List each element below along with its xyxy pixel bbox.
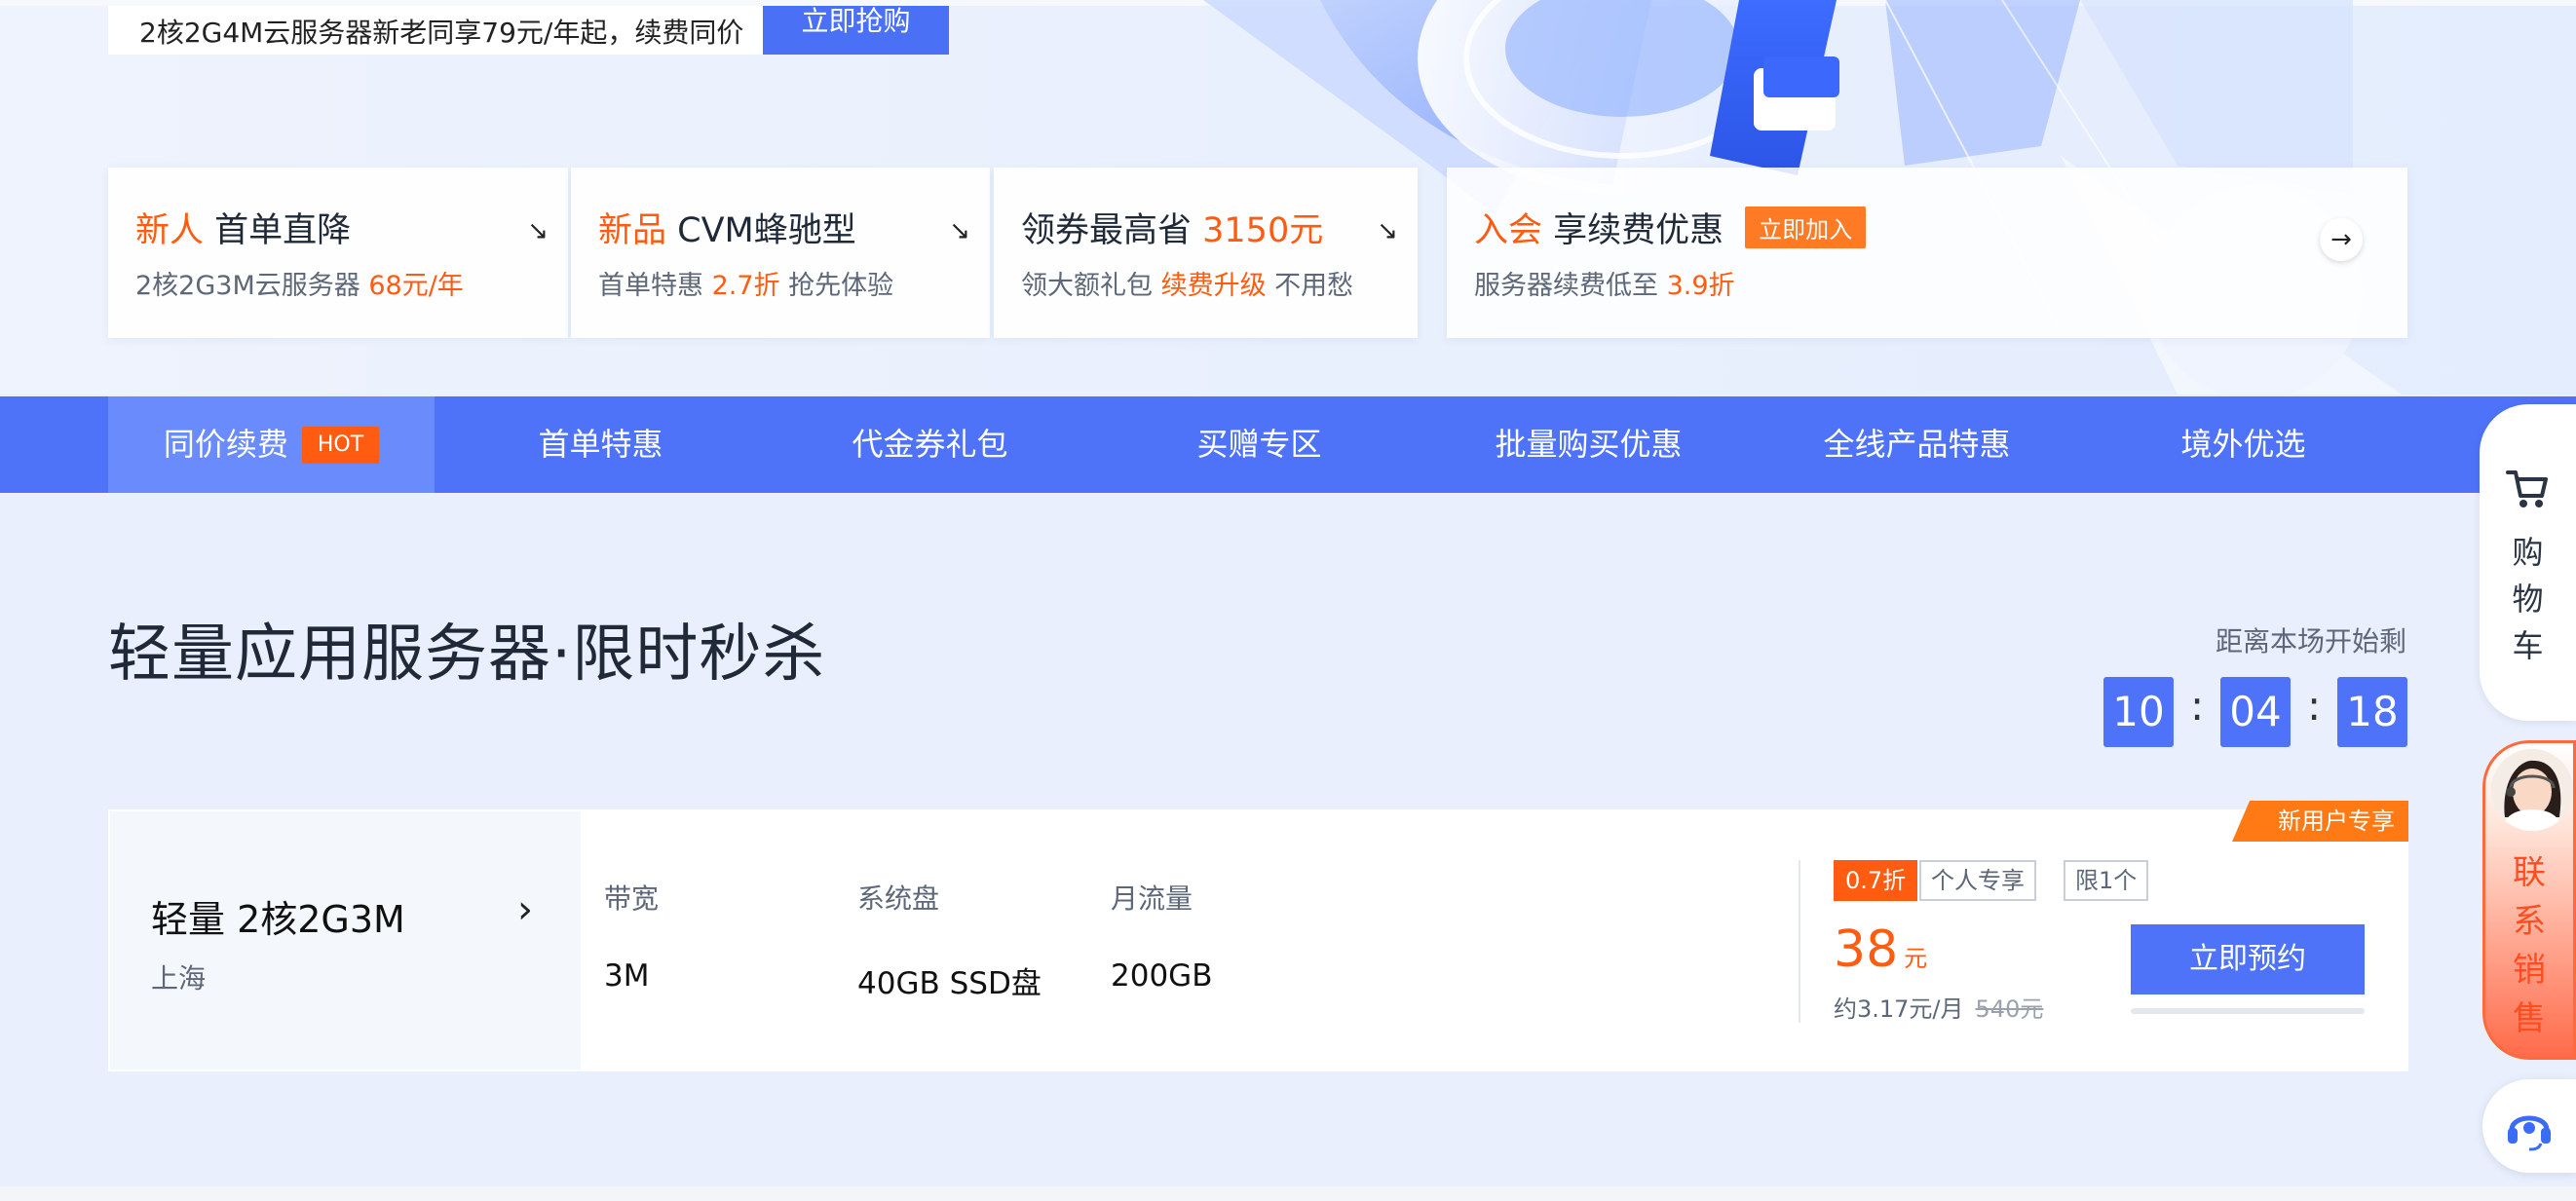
promo-card-coupon[interactable]: 领券最高省 3150元 领大额礼包 续费升级 不用愁 ↘ (994, 168, 1418, 338)
support-button[interactable] (2482, 1079, 2576, 1173)
product-region: 上海 (151, 962, 207, 995)
nav-tab-coupon[interactable]: 代金券礼包 (767, 396, 1093, 493)
spec-value-traffic: 200GB (1111, 958, 1213, 994)
promo-subtitle-highlight: 68元/年 (368, 271, 464, 301)
price-value: 38 (1834, 920, 1899, 979)
promo-subtitle-tail: 抢先体验 (779, 271, 894, 301)
nav-tab-first-order[interactable]: 首单特惠 (437, 396, 764, 493)
promo-subtitle-highlight: 续费升级 (1160, 271, 1267, 301)
promo-title-highlight: 3150元 (1202, 211, 1324, 250)
cart-button[interactable]: 购 物 车 (2480, 404, 2576, 721)
nav-tab-renewal[interactable]: 同价续费 HOT (108, 396, 435, 493)
monthly-price: 约3.17元/月 540元 (1834, 990, 2043, 1024)
nav-tab-bulk[interactable]: 批量购买优惠 (1425, 396, 1752, 493)
cart-label: 购 物 车 (2512, 534, 2544, 664)
promo-subtitle: 首单特惠 (598, 271, 712, 301)
promo-subtitle: 2核2G3M云服务器 (135, 271, 369, 301)
promo-subtitle: 领大额礼包 (1021, 271, 1161, 301)
spec-value-bandwidth: 3M (604, 958, 650, 994)
promo-title: 首单直降 (204, 211, 352, 250)
promo-search-text: 2核2G4M云服务器新老同享79元/年起，续费同价 (108, 6, 763, 55)
promo-subtitle: 服务器续费低至 (1474, 271, 1667, 301)
footer-edge (0, 1186, 2576, 1201)
limit-tag: 限1个 (2064, 860, 2149, 901)
discount-tag: 0.7折 (1834, 860, 1918, 901)
countdown-label: 距离本场开始剩 (2216, 625, 2407, 657)
sales-avatar (2491, 749, 2573, 831)
contact-sales-button[interactable]: 联 系 销 售 (2482, 740, 2576, 1060)
countdown-seconds: 18 (2337, 677, 2407, 747)
price: 38 元 (1834, 920, 1927, 979)
cart-icon (2506, 470, 2548, 507)
promo-title-highlight: 新人 (135, 211, 205, 250)
hot-badge: HOT (301, 427, 380, 464)
contact-sales-label: 联 系 销 售 (2513, 853, 2546, 1038)
nav-tab-gift[interactable]: 买赠专区 (1096, 396, 1422, 493)
nav-tab-label: 同价续费 (163, 426, 288, 463)
original-price: 540元 (1975, 995, 2044, 1023)
countdown-separator: : (2307, 682, 2322, 730)
countdown-separator: : (2190, 682, 2205, 730)
stock-progress-bar (2131, 1008, 2365, 1014)
chevron-right-icon[interactable]: › (517, 887, 533, 932)
promo-subtitle-highlight: 3.9折 (1666, 271, 1735, 301)
spec-label-bandwidth: 带宽 (604, 882, 660, 915)
monthly-price-text: 约3.17元/月 (1834, 995, 1964, 1023)
promo-title: CVM蜂驰型 (666, 211, 856, 250)
reserve-button[interactable]: 立即预约 (2131, 924, 2365, 995)
promo-card-newcomer[interactable]: 新人 首单直降 2核2G3M云服务器 68元/年 ↘ (108, 168, 568, 338)
product-name: 轻量 2核2G3M (151, 898, 405, 941)
promo-title: 享续费优惠 (1542, 211, 1724, 250)
product-card: 轻量 2核2G3M › 上海 带宽 3M 系统盘 40GB SSD盘 月流量 2… (108, 809, 2408, 1071)
spec-value-disk: 40GB SSD盘 (857, 966, 1042, 1001)
hero-banner: 2核2G4M云服务器新老同享79元/年起，续费同价 立即抢购 新人 首单直降 2… (0, 0, 2576, 394)
arrow-down-right-icon: ↘ (527, 216, 549, 245)
join-now-badge[interactable]: 立即加入 (1745, 206, 1867, 248)
category-nav: 同价续费 HOT 首单特惠 代金券礼包 买赠专区 批量购买优惠 全线产品特惠 境外… (0, 396, 2576, 493)
arrow-right-icon[interactable]: → (2320, 218, 2363, 261)
promo-card-membership[interactable]: 入会 享续费优惠 立即加入 服务器续费低至 3.9折 → (1447, 168, 2407, 338)
spec-label-traffic: 月流量 (1111, 882, 1193, 915)
divider (1799, 860, 1800, 1023)
promo-subtitle-tail: 不用愁 (1266, 271, 1354, 301)
personal-tag: 个人专享 (1919, 860, 2036, 901)
price-unit: 元 (1904, 945, 1928, 972)
promo-subtitle-highlight: 2.7折 (711, 271, 780, 301)
arrow-down-right-icon: ↘ (949, 216, 970, 245)
countdown-hours: 10 (2103, 677, 2174, 747)
promo-title-highlight: 入会 (1474, 211, 1543, 250)
arrow-down-right-icon: ↘ (1377, 216, 1398, 245)
spec-label-disk: 系统盘 (857, 882, 940, 915)
promo-card-new-product[interactable]: 新品 CVM蜂驰型 首单特惠 2.7折 抢先体验 ↘ (571, 168, 990, 338)
nav-tab-overseas[interactable]: 境外优选 (2080, 396, 2406, 493)
section-title: 轻量应用服务器·限时秒杀 (108, 619, 826, 691)
headset-icon (2508, 1115, 2551, 1151)
promo-title: 领券最高省 (1021, 211, 1203, 250)
product-header[interactable]: 轻量 2核2G3M › 上海 (110, 811, 581, 1070)
buy-now-button[interactable]: 立即抢购 (763, 6, 949, 55)
nav-tab-all-products[interactable]: 全线产品特惠 (1754, 396, 2080, 493)
countdown-minutes: 04 (2220, 677, 2291, 747)
promo-title-highlight: 新品 (598, 211, 667, 250)
new-user-ribbon: 新用户专享 (2232, 801, 2408, 842)
